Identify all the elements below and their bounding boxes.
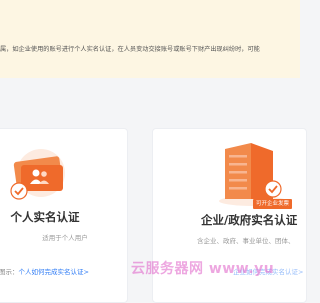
personal-card-tip: 图示：个人如何完成实名认证> [0, 266, 129, 276]
company-card-title: 企业/政府实名认证 [201, 213, 298, 227]
invoice-badge: 可开企业发票 [253, 199, 293, 209]
notice-banner: 属，如企业使用的账号进行个人实名认证，在人员变动交接账号或账号下财产出现纠纷时，… [0, 0, 300, 78]
watermark-text: 云服务器网 www.yu [131, 261, 275, 277]
personal-card-subtitle: 适用于个人用户 [42, 234, 88, 242]
personal-tip-prefix: 图示： [0, 268, 19, 276]
personal-how-to-link[interactable]: 个人如何完成实名认证> [19, 268, 89, 276]
notice-text: 属，如企业使用的账号进行个人实名认证，在人员变动交接账号或账号下财产出现纠纷时，… [0, 46, 260, 53]
personal-verification-card[interactable]: 个人实名认证 适用于个人用户 图示：个人如何完成实名认证> [0, 128, 128, 303]
personal-id-card-icon [10, 149, 65, 200]
personal-card-title: 个人实名认证 [10, 210, 80, 224]
company-card-subtitle: 含企业、政府、事业单位、团体、 [197, 237, 295, 245]
